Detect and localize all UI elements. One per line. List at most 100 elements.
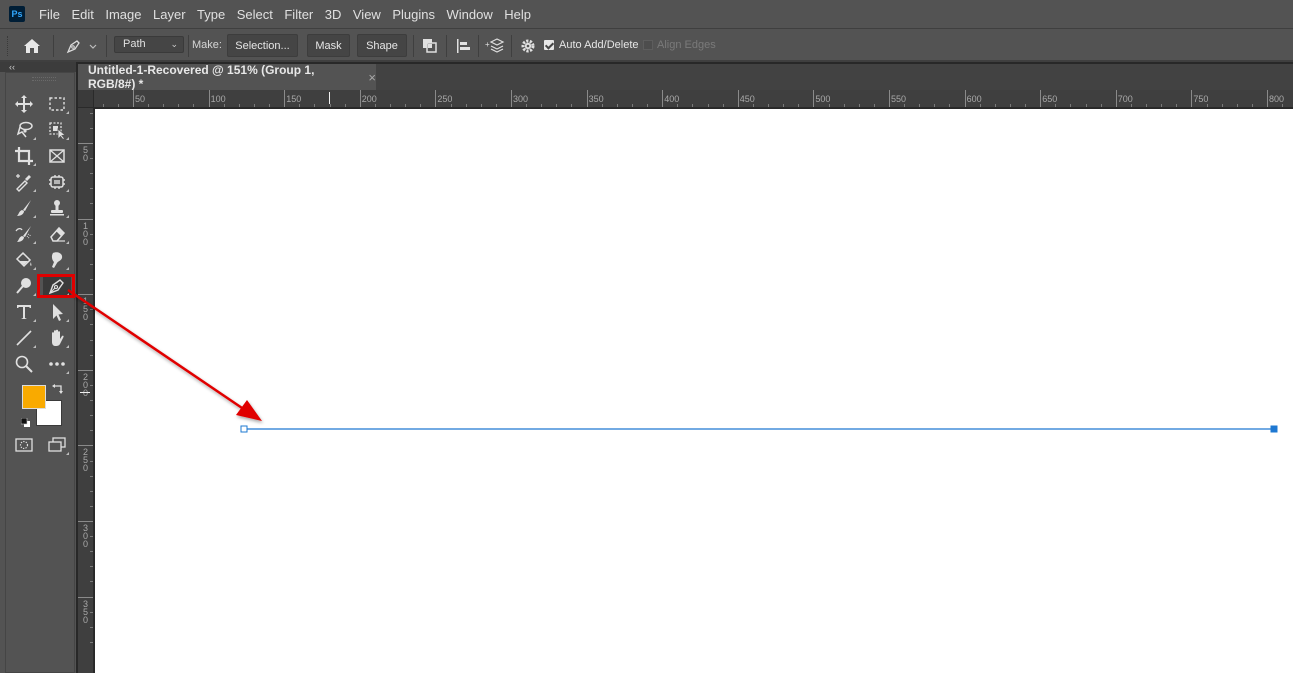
menu-help[interactable]: Help — [504, 7, 531, 22]
line-tool[interactable] — [10, 326, 38, 350]
tool-preset-picker[interactable] — [64, 37, 100, 55]
menu-view[interactable]: View — [353, 7, 381, 22]
ruler-minor-tick — [1070, 104, 1072, 107]
ruler-minor-tick — [90, 203, 93, 205]
ruler-major-tick — [208, 90, 210, 107]
ruler-minor-tick — [90, 112, 93, 114]
ruler-major-tick — [78, 218, 93, 220]
eyedropper-tool[interactable] — [10, 170, 38, 194]
brush-tool[interactable] — [10, 196, 38, 220]
hand-tool[interactable] — [43, 326, 71, 350]
frame-tool[interactable] — [43, 144, 71, 168]
make-mask-button[interactable]: Mask — [307, 34, 350, 57]
ruler-minor-tick — [314, 104, 316, 107]
menu-window[interactable]: Window — [446, 7, 492, 22]
ruler-minor-tick — [1100, 104, 1102, 107]
frame-icon — [49, 149, 65, 163]
tab-strip — [376, 64, 1293, 90]
type-icon — [17, 305, 31, 319]
path-arrangement-button[interactable]: + — [485, 37, 505, 55]
ruler-major-tick — [78, 445, 93, 447]
ruler-major-tick — [78, 369, 93, 371]
ruler-label: 500 — [815, 94, 831, 104]
ruler-minor-tick — [722, 104, 724, 107]
screen-mode-icon — [48, 437, 66, 452]
ruler-minor-tick — [979, 104, 981, 107]
crop-tool[interactable] — [10, 144, 38, 168]
path-options-button[interactable] — [518, 37, 538, 55]
stamp-icon — [50, 200, 64, 216]
auto-add-delete-label[interactable]: Auto Add/Delete — [559, 39, 639, 51]
default-colors-button[interactable] — [20, 415, 31, 427]
menu-select[interactable]: Select — [237, 7, 273, 22]
ruler-label: 250 — [82, 447, 88, 474]
auto-add-delete-checkbox[interactable] — [544, 40, 554, 50]
ruler-label: 100 — [82, 220, 88, 247]
close-icon[interactable]: × — [368, 70, 376, 85]
horizontal-ruler[interactable]: 50 100 150 200 250 300 350 400 450 500 550 600 650 70… — [94, 90, 1293, 108]
ruler-major-tick — [78, 143, 93, 144]
align-left-icon — [457, 39, 470, 53]
type-tool[interactable] — [10, 300, 38, 324]
tool-group-indicator — [33, 215, 36, 218]
lasso-tool[interactable] — [10, 118, 38, 142]
pen-tool[interactable] — [43, 274, 71, 298]
separator — [106, 35, 107, 57]
history-brush-tool[interactable] — [10, 222, 38, 246]
ruler-major-tick — [284, 90, 286, 107]
ruler-minor-tick — [768, 104, 770, 107]
menu-file[interactable]: File — [39, 7, 60, 22]
screen-mode-button[interactable] — [43, 433, 71, 457]
ruler-minor-tick — [571, 104, 573, 107]
ruler-major-tick — [435, 90, 437, 107]
menu-edit[interactable]: Edit — [71, 7, 93, 22]
menu-type[interactable]: Type — [197, 7, 225, 22]
ruler-major-tick — [133, 90, 134, 107]
tool-group-indicator — [66, 319, 69, 322]
paint-bucket-tool[interactable] — [10, 248, 38, 272]
swap-colors-button[interactable] — [52, 382, 64, 394]
dodge-tool[interactable] — [10, 274, 38, 298]
menu-image[interactable]: Image — [105, 7, 141, 22]
foreground-color-swatch[interactable] — [22, 385, 46, 409]
smudge-tool[interactable] — [43, 248, 71, 272]
swap-arrows-icon — [52, 384, 63, 394]
menu-filter[interactable]: Filter — [284, 7, 313, 22]
canvas[interactable] — [95, 109, 1293, 673]
crop-icon — [15, 147, 33, 165]
object-selection-tool[interactable] — [43, 118, 71, 142]
move-tool[interactable] — [10, 92, 38, 116]
menu-bar: Ps File Edit Image Layer Type Select Fil… — [0, 0, 1293, 29]
separator — [478, 35, 479, 57]
ruler-minor-tick — [707, 104, 709, 107]
path-selection-tool[interactable] — [43, 300, 71, 324]
menu-layer[interactable]: Layer — [153, 7, 186, 22]
edit-toolbar-button[interactable] — [43, 352, 71, 376]
path-operations-button[interactable] — [420, 37, 440, 55]
zoom-tool[interactable] — [10, 352, 38, 376]
document-tab[interactable]: Untitled-1-Recovered @ 151% (Group 1, RG… — [78, 63, 376, 91]
options-bar-grip[interactable] — [7, 36, 10, 56]
menu-3d[interactable]: 3D — [325, 7, 342, 22]
ruler-minor-tick — [223, 104, 225, 107]
toolbox-grip[interactable] — [32, 77, 56, 81]
menu-plugins[interactable]: Plugins — [392, 7, 435, 22]
ruler-minor-tick — [1282, 104, 1284, 107]
home-button[interactable] — [22, 37, 42, 55]
align-edges-checkbox[interactable] — [643, 40, 653, 50]
vertical-ruler[interactable]: 50 100 150 200 250 300 350 — [78, 108, 94, 673]
path-alignment-button[interactable] — [453, 37, 473, 55]
rectangular-marquee-tool[interactable] — [43, 92, 71, 116]
ruler-minor-tick — [90, 173, 93, 175]
ruler-major-tick — [78, 294, 93, 296]
collapse-toolbox-button[interactable]: ‹‹ — [9, 62, 15, 72]
make-selection-button[interactable]: Selection... — [227, 34, 298, 57]
quick-mask-button[interactable] — [10, 433, 38, 457]
spot-healing-tool[interactable] — [43, 170, 71, 194]
tool-mode-select[interactable]: Path ⌄ — [114, 36, 184, 53]
make-shape-button[interactable]: Shape — [357, 34, 407, 57]
ruler-minor-tick — [798, 104, 800, 107]
eraser-tool[interactable] — [43, 222, 71, 246]
ruler-origin[interactable] — [78, 90, 94, 108]
clone-stamp-tool[interactable] — [43, 196, 71, 220]
